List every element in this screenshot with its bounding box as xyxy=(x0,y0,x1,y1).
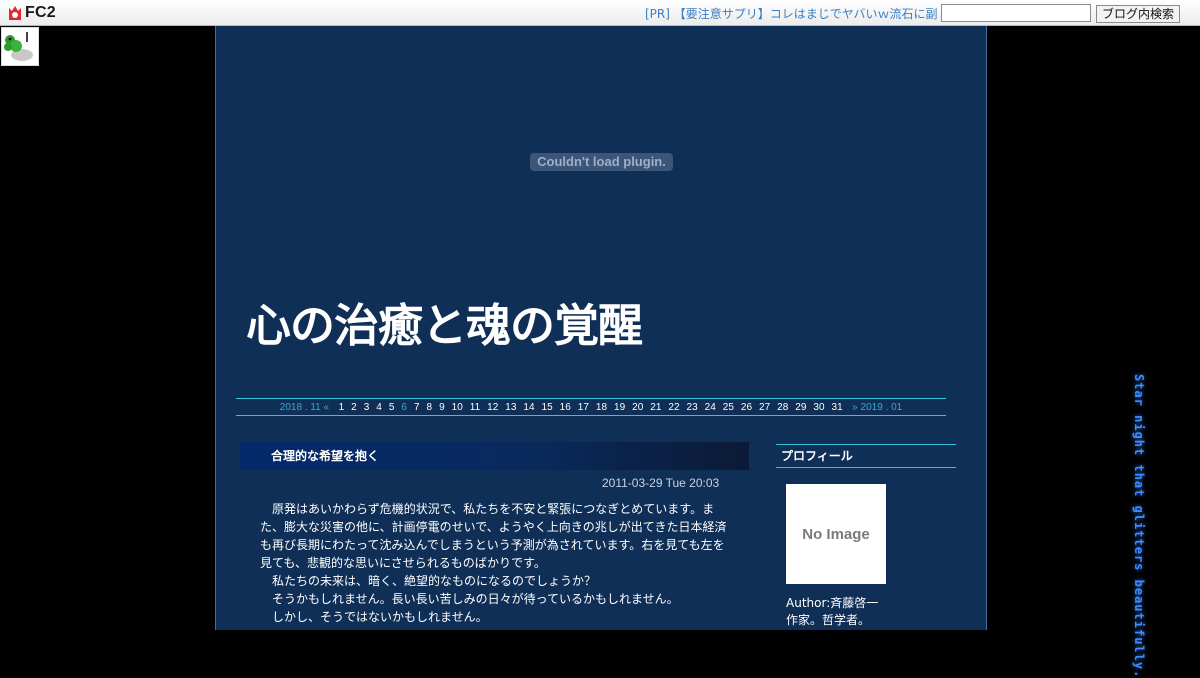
calendar-day[interactable]: 31 xyxy=(832,402,843,413)
calendar-day[interactable]: 13 xyxy=(505,402,516,413)
profile-author: Author:斉藤啓一 作家。哲学者。 xyxy=(786,595,878,629)
blog-search-button[interactable]: ブログ内検索 xyxy=(1096,5,1180,23)
calendar-prev-link[interactable]: 2018 . 11 « xyxy=(280,402,329,413)
calendar-day[interactable]: 5 xyxy=(389,402,395,413)
calendar-day[interactable]: 28 xyxy=(777,402,788,413)
calendar-day[interactable]: 29 xyxy=(795,402,806,413)
calendar-day[interactable]: 1 xyxy=(339,402,345,413)
author-line: Author:斉藤啓一 xyxy=(786,596,879,610)
fc2-fox-icon xyxy=(9,6,21,20)
calendar-day[interactable]: 17 xyxy=(578,402,589,413)
calendar-day[interactable]: 8 xyxy=(427,402,433,413)
calendar-bar: 2018 . 11 « 1 2 3 4 5 6 7 8 9 10 11 12 13 14 15 16 17 18 1… xyxy=(236,398,946,416)
calendar-day[interactable]: 25 xyxy=(723,402,734,413)
calendar-day[interactable]: 9 xyxy=(439,402,445,413)
calendar-day[interactable]: 2 xyxy=(351,402,357,413)
bio-line: 作家。哲学者。 xyxy=(786,613,871,627)
plugin-error-message: Couldn't load plugin. xyxy=(530,153,673,171)
calendar-next-link[interactable]: » 2019 . 01 xyxy=(852,402,902,413)
calendar-day[interactable]: 26 xyxy=(741,402,752,413)
calendar-day[interactable]: 10 xyxy=(452,402,463,413)
calendar-day[interactable]: 6 xyxy=(401,402,407,413)
calendar-day[interactable]: 23 xyxy=(687,402,698,413)
blog-search-input[interactable] xyxy=(941,4,1091,22)
frog-badge[interactable] xyxy=(1,27,39,66)
entry-paragraph: 私たちの未来は、暗く、絶望的なものになるのでしょうか？ xyxy=(260,574,597,588)
pr-ad-link[interactable]: [PR] 【要注意サプリ】コレはまじでヤバいｗ流石に副 xyxy=(645,5,938,22)
calendar-day[interactable]: 30 xyxy=(813,402,824,413)
calendar-days: 1 2 3 4 5 6 7 8 9 10 11 12 13 14 15 16 17 18 19 20 21 22 23 24 2… xyxy=(335,402,846,413)
calendar-day[interactable]: 24 xyxy=(705,402,716,413)
calendar-day[interactable]: 4 xyxy=(376,402,382,413)
fc2-logo[interactable]: FC2 xyxy=(7,4,56,22)
calendar-day[interactable]: 22 xyxy=(668,402,679,413)
calendar-day[interactable]: 16 xyxy=(560,402,571,413)
calendar-day[interactable]: 11 xyxy=(470,402,480,413)
calendar-day[interactable]: 15 xyxy=(542,402,553,413)
calendar-day[interactable]: 20 xyxy=(632,402,643,413)
blog-title[interactable]: 心の治癒と魂の覚醒 xyxy=(246,296,643,356)
fc2-logo-text: FC2 xyxy=(25,4,56,21)
entry-title[interactable]: 合理的な希望を抱く xyxy=(240,442,749,470)
calendar-day[interactable]: 7 xyxy=(414,402,420,413)
fc2-header-bar: FC2 [PR] 【要注意サプリ】コレはまじでヤバいｗ流石に副 ブログ内検索 xyxy=(0,0,1200,26)
calendar-day[interactable]: 19 xyxy=(614,402,625,413)
calendar-day[interactable]: 18 xyxy=(596,402,607,413)
calendar-day[interactable]: 27 xyxy=(759,402,770,413)
entry-paragraph: 原発はあいかわらず危機的状況で、私たちを不安と緊張につなぎとめています。また、膨… xyxy=(260,502,727,570)
profile-image: No Image xyxy=(786,484,886,584)
entry-paragraph: しかし、そうではないかもしれません。 xyxy=(260,610,488,624)
entry-date: 2011-03-29 Tue 20:03 xyxy=(602,476,720,490)
entry-body: 原発はあいかわらず危機的状況で、私たちを不安と緊張につなぎとめています。また、膨… xyxy=(260,500,732,626)
entry-paragraph: そうかもしれません。長い長い苦しみの日々が待っているかもしれません。 xyxy=(260,592,679,606)
calendar-day[interactable]: 12 xyxy=(487,402,498,413)
calendar-day[interactable]: 3 xyxy=(364,402,370,413)
calendar-day[interactable]: 14 xyxy=(523,402,534,413)
decor-vertical-text: Star night that glitters beautifully. xyxy=(1132,374,1146,678)
frog-icon xyxy=(4,32,33,61)
calendar-day[interactable]: 21 xyxy=(650,402,661,413)
blog-container: Couldn't load plugin. 心の治癒と魂の覚醒 2018 . 1… xyxy=(215,26,987,630)
profile-heading: プロフィール xyxy=(776,444,956,468)
